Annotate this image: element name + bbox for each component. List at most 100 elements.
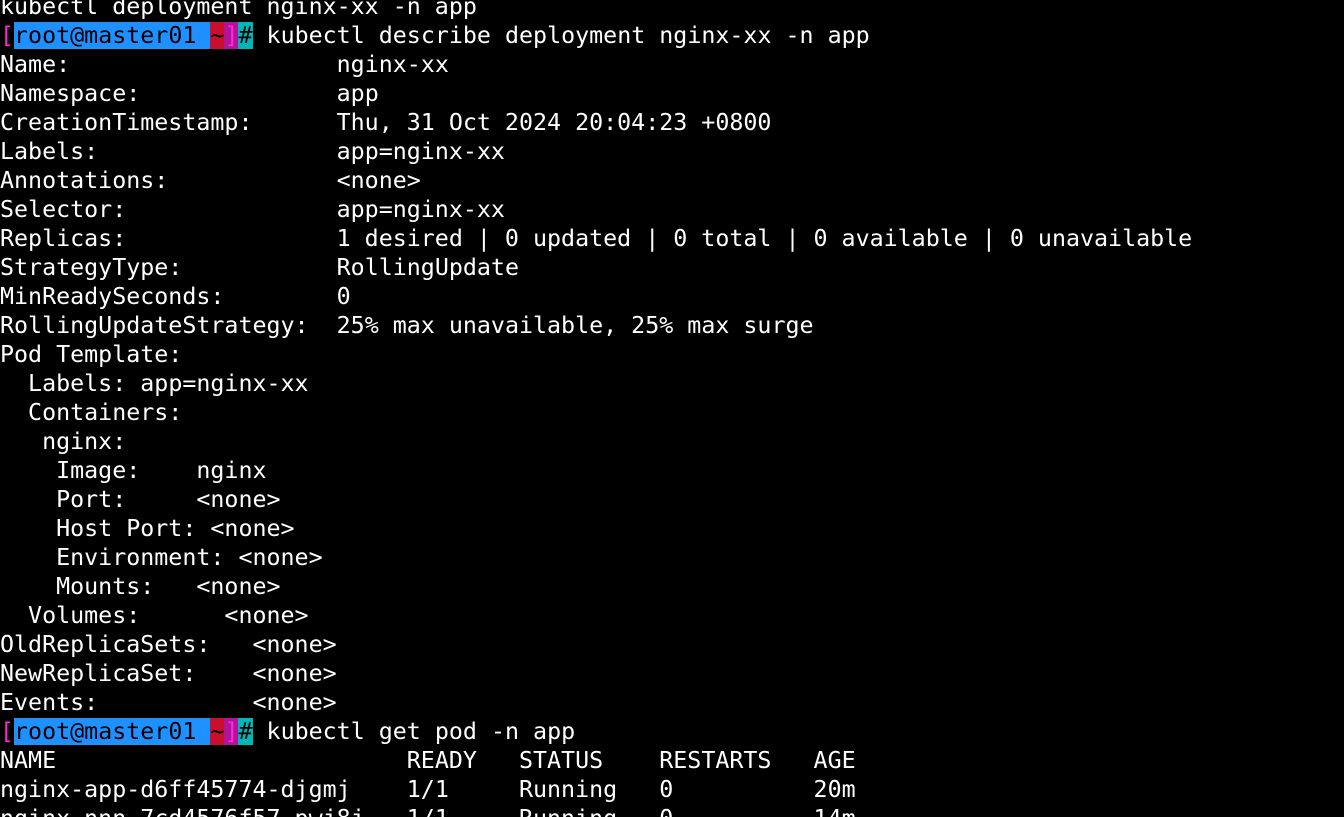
prompt-close-bracket: ]: [224, 718, 239, 745]
table-row: nginx-nnn-7cd4576f57-pwj8j 1/1 Running 0…: [0, 804, 1344, 817]
prompt-close-bracket: ]: [224, 22, 239, 49]
describe-line: nginx:: [0, 427, 1344, 456]
describe-value: <none>: [336, 167, 421, 194]
prompt-dir: ~: [210, 22, 225, 49]
describe-line: Namespace: app: [0, 79, 1344, 108]
table-header-cell: RESTARTS: [659, 747, 772, 774]
describe-gap: [140, 80, 336, 107]
describe-line: Pod Template:: [0, 340, 1344, 369]
describe-gap: [126, 370, 140, 397]
prompt-at: @: [70, 718, 85, 745]
describe-key: Environment:: [0, 544, 225, 571]
describe-line: Environment: <none>: [0, 543, 1344, 572]
describe-gap: [182, 254, 336, 281]
describe-key: Replicas:: [0, 225, 127, 252]
describe-line: OldReplicaSets: <none>: [0, 630, 1344, 659]
describe-line: CreationTimestamp: Thu, 31 Oct 2024 20:0…: [0, 108, 1344, 137]
describe-key: Port:: [0, 486, 127, 513]
describe-key: Namespace:: [0, 80, 141, 107]
describe-value: nginx-xx: [336, 51, 449, 78]
shell-prompt-line: [root@master01 ~]# kubectl describe depl…: [0, 21, 1344, 50]
table-cell: 20m: [813, 776, 856, 803]
describe-key: Volumes:: [0, 602, 141, 629]
describe-value: <none>: [210, 515, 295, 542]
prompt-open-bracket: [: [0, 22, 15, 49]
command-string: kubectl get pod -n app: [266, 718, 576, 745]
table-gap: [617, 776, 659, 803]
clipped-output-text: kubectl deployment nginx-xx -n app: [0, 0, 477, 20]
prompt-host: master01: [84, 22, 197, 49]
describe-line: Name: nginx-xx: [0, 50, 1344, 79]
describe-value: Thu, 31 Oct 2024 20:04:23 +0800: [336, 109, 772, 136]
describe-value: <none>: [252, 631, 337, 658]
describe-key: OldReplicaSets:: [0, 631, 211, 658]
table-cell: 14m: [814, 805, 856, 817]
prompt-dir: ~: [210, 718, 225, 745]
describe-gap: [140, 602, 224, 629]
describe-line: Mounts: <none>: [0, 572, 1344, 601]
prompt-user: root: [14, 22, 71, 49]
prompt-hash: #: [238, 22, 253, 49]
describe-gap: [98, 138, 336, 165]
describe-value: <none>: [224, 602, 309, 629]
describe-key: Selector:: [0, 196, 127, 223]
describe-gap: [126, 225, 336, 252]
table-cell: 1/1: [407, 805, 449, 817]
table-gap: [617, 805, 659, 817]
describe-value: <none>: [238, 544, 323, 571]
describe-key: nginx:: [0, 428, 127, 455]
command-text: kubectl describe deployment nginx-xx -n …: [253, 22, 870, 49]
describe-key: NewReplicaSet:: [0, 660, 197, 687]
describe-gap: [140, 457, 196, 484]
describe-key: MinReadySeconds:: [0, 283, 225, 310]
describe-value: app=nginx-xx: [140, 370, 309, 397]
describe-gap: [168, 167, 336, 194]
table-gap: [56, 747, 407, 774]
describe-line: Image: nginx: [0, 456, 1344, 485]
describe-gap: [126, 486, 196, 513]
table-cell: Running: [519, 805, 617, 817]
command-string: kubectl describe deployment nginx-xx -n …: [266, 22, 870, 49]
describe-line: NewReplicaSet: <none>: [0, 659, 1344, 688]
table-gap: [673, 805, 813, 817]
describe-value: app=nginx-xx: [336, 196, 505, 223]
table-gap: [673, 776, 813, 803]
table-gap: [477, 747, 519, 774]
describe-value: 0: [336, 283, 351, 310]
describe-key: StrategyType:: [0, 254, 183, 281]
table-gap: [351, 776, 407, 803]
describe-line: Annotations: <none>: [0, 166, 1344, 195]
describe-gap: [224, 544, 238, 571]
describe-value: <none>: [196, 573, 281, 600]
describe-line: Labels: app=nginx-xx: [0, 369, 1344, 398]
describe-key: Annotations:: [0, 167, 169, 194]
table-gap: [603, 747, 659, 774]
prompt-user: root: [14, 718, 71, 745]
describe-key: Pod Template:: [0, 341, 183, 368]
describe-value: RollingUpdate: [336, 254, 519, 281]
describe-key: RollingUpdateStrategy:: [0, 312, 309, 339]
clipped-output-line: kubectl deployment nginx-xx -n app: [0, 0, 1344, 21]
table-cell: Running: [518, 776, 618, 803]
describe-line: Volumes: <none>: [0, 601, 1344, 630]
prompt-host: master01: [84, 718, 197, 745]
describe-key: Host Port:: [0, 515, 197, 542]
describe-line: Replicas: 1 desired | 0 updated | 0 tota…: [0, 224, 1344, 253]
describe-gap: [70, 51, 337, 78]
shell-prompt-line: [root@master01 ~]# kubectl get pod -n ap…: [0, 717, 1344, 746]
describe-gap: [196, 660, 252, 687]
table-header-cell: READY: [406, 747, 477, 774]
describe-gap: [98, 689, 252, 716]
describe-output: Name: nginx-xx Namespace: app CreationTime…: [0, 50, 1344, 717]
table-cell: 0: [659, 776, 674, 803]
describe-key: CreationTimestamp:: [0, 109, 253, 136]
prompt-open-bracket: [: [0, 718, 15, 745]
describe-gap: [252, 109, 336, 136]
terminal-window[interactable]: kubectl deployment nginx-xx -n app [root…: [0, 0, 1344, 817]
describe-value: 25% max unavailable, 25% max surge: [336, 312, 814, 339]
prompt-space: [196, 22, 211, 49]
describe-line: Events: <none>: [0, 688, 1344, 717]
table-cell: 0: [659, 805, 673, 817]
prompt-at: @: [70, 22, 85, 49]
describe-value: app: [336, 80, 379, 107]
